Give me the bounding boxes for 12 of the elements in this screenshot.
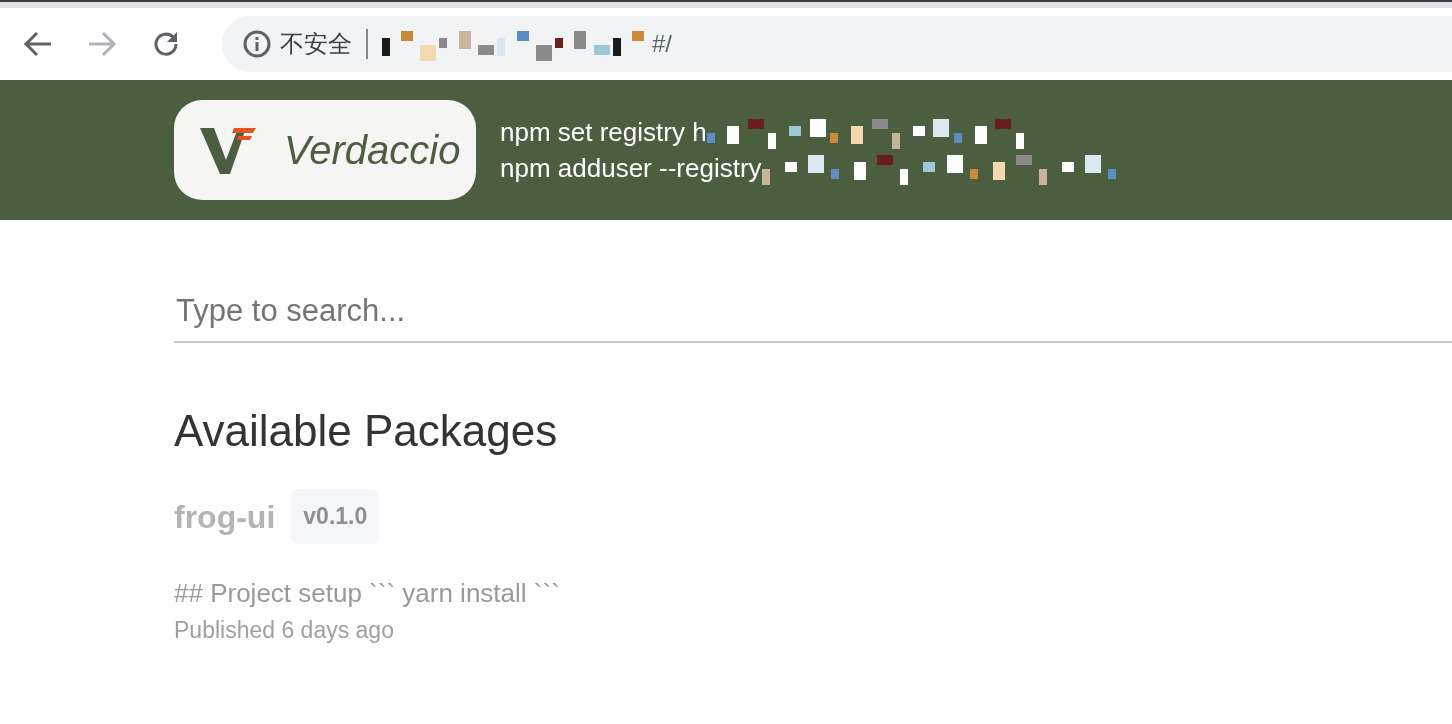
logo-text: Verdaccio: [284, 127, 461, 174]
command-text: npm set registry h: [500, 116, 707, 149]
url-text: #/: [652, 29, 672, 59]
section-heading: Available Packages: [174, 404, 559, 457]
security-label: 不安全: [280, 29, 352, 59]
address-bar[interactable]: 不安全 #/: [222, 16, 1452, 72]
command-text: npm adduser --registry: [500, 152, 762, 185]
version-tag: v0.1.0: [291, 489, 380, 544]
package-description: ## Project setup ``` yarn install ```: [174, 576, 561, 610]
published-date: Published 6 days ago: [174, 615, 395, 645]
info-icon: [242, 29, 272, 59]
logo-badge[interactable]: Verdaccio: [174, 100, 476, 200]
